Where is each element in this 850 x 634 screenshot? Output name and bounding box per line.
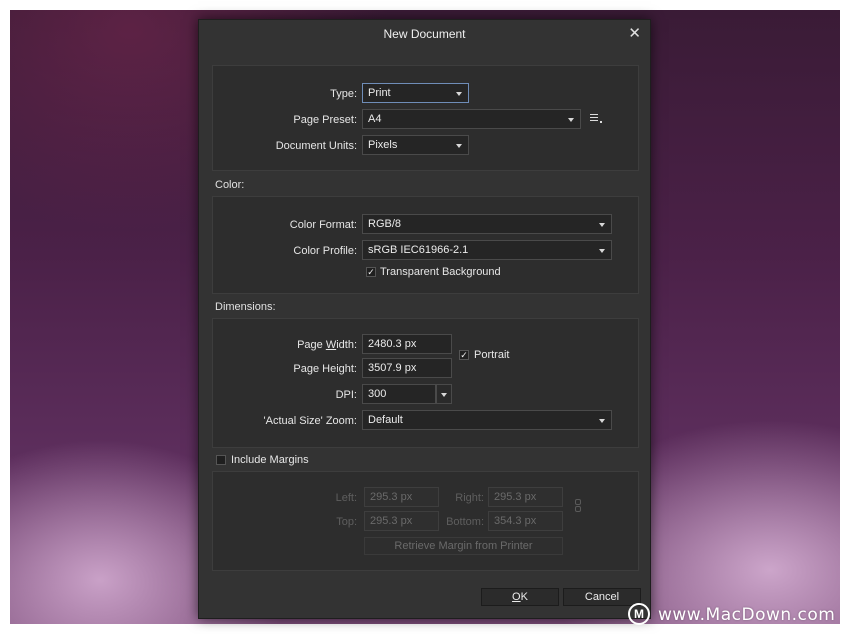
color-format-value: RGB/8 — [368, 218, 402, 230]
page-width-label-pre: Page — [297, 339, 326, 351]
type-label: Type: — [330, 88, 357, 100]
margin-bottom-label: Bottom: — [446, 516, 484, 528]
dpi-field[interactable]: 300 — [362, 384, 436, 404]
watermark-text: www.MacDown.com — [658, 605, 836, 625]
color-format-label: Color Format: — [289, 219, 357, 231]
include-margins-label: Include Margins — [231, 454, 309, 466]
chevron-down-icon — [441, 393, 447, 397]
dialog-title: New Document — [383, 27, 466, 41]
document-units-label: Document Units: — [275, 140, 357, 152]
color-profile-label: Color Profile: — [293, 245, 357, 257]
page-width-label: Page Width: — [297, 339, 357, 351]
watermark-logo: M — [628, 603, 650, 625]
new-document-dialog: New Document ✕ Type: Print Page Preset: … — [198, 19, 651, 619]
ok-button[interactable]: OK — [481, 588, 559, 606]
transparent-background-checkbox[interactable]: ✓ — [366, 267, 376, 277]
checkmark-icon: ✓ — [367, 267, 375, 277]
chevron-down-icon — [568, 118, 574, 122]
actual-size-zoom-dropdown[interactable]: Default — [362, 410, 612, 430]
dpi-dropdown-button[interactable] — [436, 384, 452, 404]
margin-left-label: Left: — [335, 492, 357, 504]
chevron-down-icon — [456, 92, 462, 96]
margin-top-field[interactable]: 295.3 px — [364, 511, 439, 531]
chevron-down-icon — [599, 249, 605, 253]
type-value: Print — [368, 87, 391, 99]
dimensions-section-label: Dimensions: — [215, 301, 276, 313]
color-profile-value: sRGB IEC61966-2.1 — [368, 244, 469, 256]
chevron-down-icon — [599, 419, 605, 423]
page-height-label: Page Height: — [293, 363, 357, 375]
margin-bottom-field[interactable]: 354.3 px — [488, 511, 563, 531]
chain-link-icon[interactable] — [575, 499, 581, 513]
page-width-field[interactable]: 2480.3 px — [362, 334, 452, 354]
margin-right-field[interactable]: 295.3 px — [488, 487, 563, 507]
margin-right-label: Right: — [455, 492, 484, 504]
page-preset-value: A4 — [368, 113, 382, 125]
page-width-label-post: idth: — [336, 339, 357, 351]
color-section-label: Color: — [215, 179, 245, 191]
color-format-dropdown[interactable]: RGB/8 — [362, 214, 612, 234]
retrieve-margin-button[interactable]: Retrieve Margin from Printer — [364, 537, 563, 555]
page-preset-dropdown[interactable]: A4 — [362, 109, 581, 129]
include-margins-checkbox[interactable] — [216, 455, 226, 465]
document-units-value: Pixels — [368, 139, 398, 151]
color-profile-dropdown[interactable]: sRGB IEC61966-2.1 — [362, 240, 612, 260]
list-menu-icon[interactable] — [590, 114, 604, 124]
type-dropdown[interactable]: Print — [362, 83, 469, 103]
portrait-label: Portrait — [474, 349, 510, 361]
page-height-field[interactable]: 3507.9 px — [362, 358, 452, 378]
actual-size-zoom-value: Default — [368, 414, 403, 426]
chevron-down-icon — [456, 144, 462, 148]
margin-top-label: Top: — [336, 516, 357, 528]
margin-left-field[interactable]: 295.3 px — [364, 487, 439, 507]
actual-size-zoom-label: 'Actual Size' Zoom: — [263, 415, 357, 427]
document-units-dropdown[interactable]: Pixels — [362, 135, 469, 155]
cancel-button[interactable]: Cancel — [563, 588, 641, 606]
ok-button-rest: K — [520, 591, 528, 603]
chevron-down-icon — [599, 223, 605, 227]
ok-button-accel: O — [512, 591, 521, 603]
checkmark-icon: ✓ — [460, 350, 468, 360]
page-preset-label: Page Preset: — [293, 114, 357, 126]
page-width-label-accel: W — [325, 339, 337, 351]
portrait-checkbox[interactable]: ✓ — [459, 350, 469, 360]
transparent-background-label: Transparent Background — [380, 266, 501, 278]
dialog-titlebar: New Document ✕ — [199, 20, 650, 48]
dpi-label: DPI: — [335, 389, 357, 401]
close-icon[interactable]: ✕ — [628, 24, 641, 42]
